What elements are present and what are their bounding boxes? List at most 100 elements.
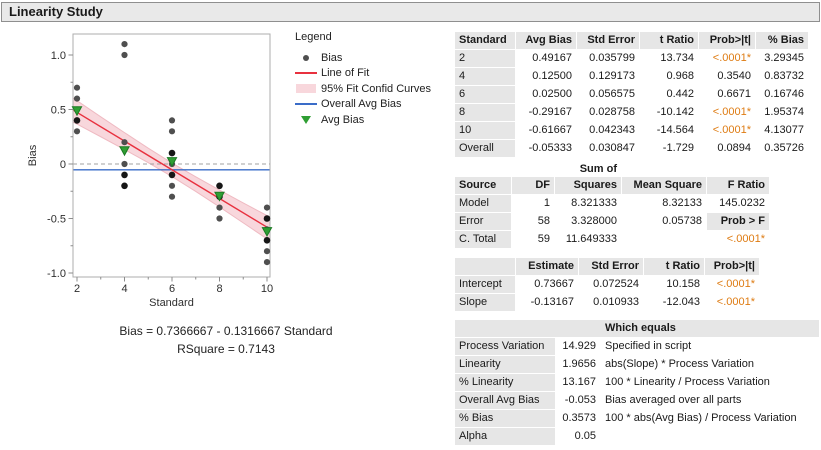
- table-row: 4 0.12500 0.129173 0.968 0.3540 0.83732: [455, 68, 808, 85]
- row-label: 2: [455, 50, 515, 67]
- table-cell: 0.3540: [717, 70, 751, 82]
- table-cell: -0.13167: [530, 296, 574, 308]
- row-label: Process Variation: [455, 338, 555, 355]
- row-label: Overall: [455, 140, 515, 157]
- table-cell: 0.02500: [532, 88, 572, 100]
- row-label: 6: [455, 86, 515, 103]
- column-header: Source: [455, 177, 511, 194]
- formula-cell: Specified in script: [605, 340, 692, 352]
- over-header-cell: Sum of: [555, 162, 621, 176]
- table-row: Process Variation 14.929 Specified in scri…: [455, 338, 819, 355]
- column-header: Estimate: [516, 258, 578, 275]
- table-cell: 0.73667: [534, 278, 574, 290]
- table-cell: <.0001*: [716, 278, 755, 290]
- value-cell: 1.9656: [562, 358, 596, 370]
- formula-cell: abs(Slope) * Process Variation: [605, 358, 754, 370]
- report-title-bar[interactable]: Linearity Study: [1, 2, 820, 22]
- column-header: [455, 258, 515, 275]
- table-cell: 0.442: [666, 88, 694, 100]
- table-cell: -0.29167: [528, 106, 572, 118]
- column-header: t Ratio: [644, 258, 704, 275]
- legend-item-confid-curves: 95% Fit Confid Curves: [295, 81, 431, 97]
- table-cell: 0.16746: [764, 88, 804, 100]
- table-cell: 0.05738: [662, 215, 702, 227]
- row-label: Model: [455, 195, 511, 212]
- svg-text:6: 6: [169, 283, 175, 295]
- which-equals-header: Which equals: [455, 320, 819, 337]
- svg-text:10: 10: [261, 283, 273, 295]
- table-cell: 0.035799: [589, 52, 635, 64]
- y-axis-title: Bias: [27, 144, 39, 166]
- svg-text:0: 0: [60, 159, 66, 171]
- table-cell: -14.564: [656, 124, 694, 136]
- formula-cell: [601, 428, 819, 445]
- dot-marker-icon: [295, 54, 317, 61]
- over-header-cell: [707, 162, 769, 176]
- table-row: Alpha 0.05: [455, 428, 819, 445]
- column-header: Prob>|t|: [699, 32, 755, 49]
- value-cell: -0.053: [564, 394, 596, 406]
- legend-item-label: 95% Fit Confid Curves: [321, 82, 432, 95]
- row-label: Slope: [455, 294, 515, 311]
- table-cell: <.0001*: [712, 106, 751, 118]
- table-row: 6 0.02500 0.056575 0.442 0.6671 0.16746: [455, 86, 808, 103]
- svg-text:-0.5: -0.5: [47, 214, 66, 226]
- row-label: 4: [455, 68, 515, 85]
- table-cell: <.0001*: [716, 296, 755, 308]
- table-row: Model 1 8.321333 8.32133 145.0232: [455, 195, 769, 212]
- column-header: Prob>|t|: [705, 258, 759, 275]
- gauge-linearity-table: Which equals Process Variation 14.929 Speci…: [454, 319, 820, 446]
- table-cell: 58: [537, 215, 550, 227]
- report-title: Linearity Study: [9, 4, 103, 19]
- estimates-table: Estimate Std Error t Ratio Prob>|t| Intercep…: [454, 257, 760, 312]
- table-cell: 0.028758: [589, 106, 635, 118]
- row-label: % Bias: [455, 410, 555, 427]
- anova-table: Sum of Source DF Squares Mean Square F Ratio M…: [454, 161, 770, 249]
- row-label: 10: [455, 122, 515, 139]
- svg-text:1.0: 1.0: [51, 50, 66, 62]
- legend-item-bias: Bias: [295, 50, 431, 66]
- table-row: Error 58 3.328000 0.05738 Prob > F: [455, 213, 769, 230]
- x-axis-title: Standard: [149, 297, 194, 309]
- table-cell: 3.328000: [571, 215, 617, 227]
- legend-item-label: Bias: [321, 51, 343, 64]
- table-row: % Linearity 13.167 100 * Linearity / Proce…: [455, 374, 819, 391]
- legend-item-overall-avg-bias: Overall Avg Bias: [295, 97, 431, 113]
- legend-title: Legend: [295, 31, 332, 43]
- formula-cell: 100 * abs(Avg Bias) / Process Variation: [605, 412, 797, 424]
- table-cell: 0.056575: [589, 88, 635, 100]
- fit-line-icon: [295, 72, 317, 75]
- confid-band-swatch-icon: [295, 84, 317, 94]
- table-row: Linearity 1.9656 abs(Slope) * Process Vari…: [455, 356, 819, 373]
- table-cell: 3.29345: [764, 52, 804, 64]
- row-label: % Linearity: [455, 374, 555, 391]
- plot-legend: Legend Bias Line of Fit 95% Fit Confid C…: [295, 30, 431, 128]
- row-label: Alpha: [455, 428, 555, 445]
- table-cell: Prob > F: [707, 213, 769, 230]
- value-cell: 14.929: [562, 340, 596, 352]
- over-header-cell: [622, 162, 706, 176]
- svg-text:-1.0: -1.0: [47, 268, 66, 280]
- table-cell: 0.35726: [764, 142, 804, 154]
- svg-text:2: 2: [74, 283, 80, 295]
- table-cell: 8.321333: [571, 197, 617, 209]
- row-label: C. Total: [455, 231, 511, 248]
- rsquare-line: RSquare = 0.7143: [177, 342, 275, 356]
- table-cell: 8.32133: [662, 197, 702, 209]
- table-cell: 0.0894: [717, 142, 751, 154]
- table-cell: <.0001*: [712, 124, 751, 136]
- table-cell: -1.729: [662, 142, 694, 154]
- table-cell: 1.95374: [764, 106, 804, 118]
- table-cell: 0.49167: [532, 52, 572, 64]
- table-cell: <.0001*: [726, 233, 765, 245]
- column-header: Standard: [455, 32, 515, 49]
- svg-text:8: 8: [216, 283, 222, 295]
- table-cell: 4.13077: [764, 124, 804, 136]
- table-cell: [622, 231, 706, 248]
- table-cell: 0.83732: [764, 70, 804, 82]
- row-label: Linearity: [455, 356, 555, 373]
- table-row: 8 -0.29167 0.028758 -10.142 <.0001* 1.95374: [455, 104, 808, 121]
- table-cell: 1: [543, 197, 550, 209]
- svg-text:4: 4: [121, 283, 127, 295]
- legend-item-label: Overall Avg Bias: [321, 98, 402, 111]
